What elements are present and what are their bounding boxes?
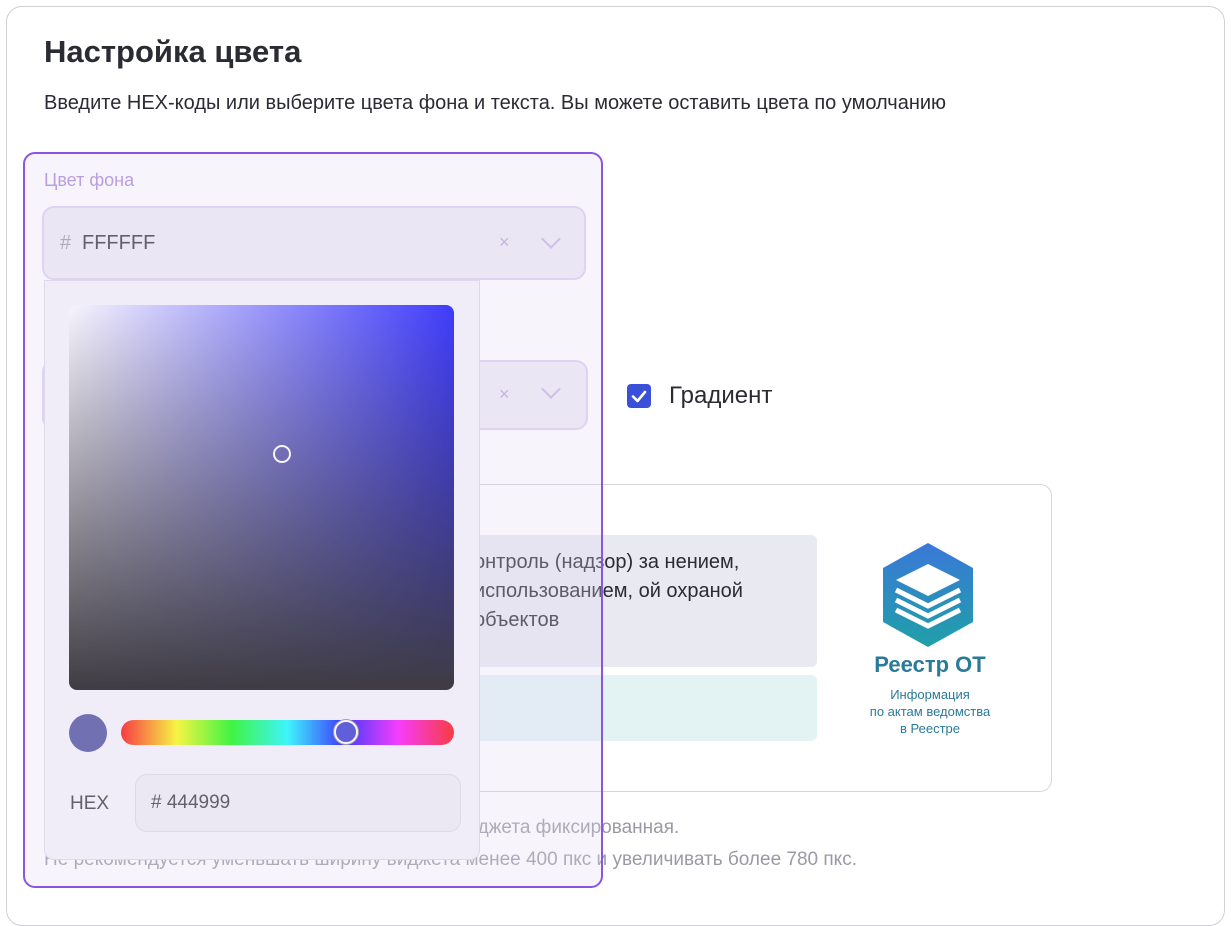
check-icon	[631, 390, 647, 403]
page-subtitle: Введите HEX-коды или выберите цвета фона…	[44, 92, 947, 114]
logo-title: Реестр ОТ	[874, 652, 986, 677]
selection-highlight	[23, 152, 603, 888]
gradient-label: Градиент	[669, 382, 773, 409]
logo-subtitle-line: в Реестре	[900, 721, 960, 736]
logo-subtitle-line: по актам ведомства	[869, 704, 991, 719]
logo-subtitle-line: Информация	[890, 687, 970, 702]
page-title: Настройка цвета	[44, 34, 302, 69]
logo-subtitle: Информация по актам ведомства в Реестре	[845, 686, 1015, 737]
gradient-checkbox[interactable]	[627, 384, 651, 408]
registry-logo-icon	[883, 543, 973, 647]
